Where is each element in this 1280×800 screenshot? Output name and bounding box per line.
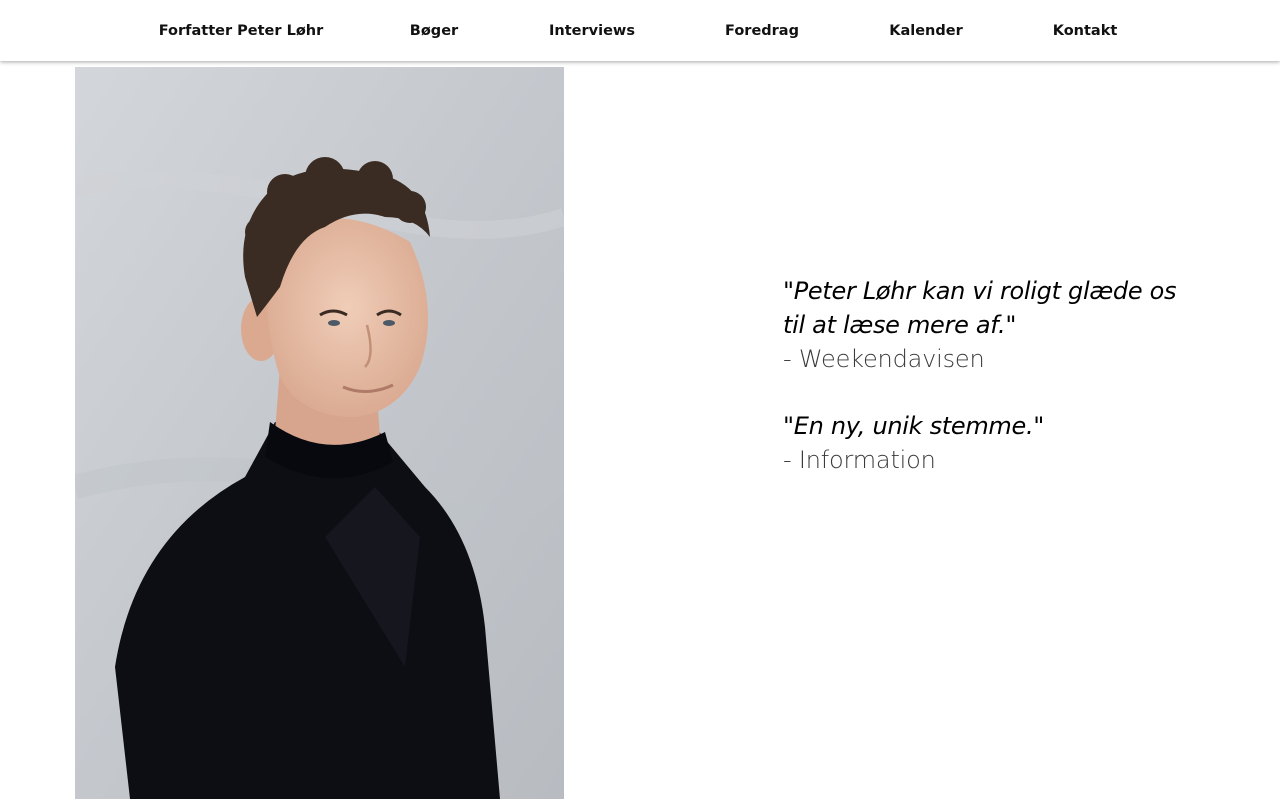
review-source: - Information — [783, 446, 936, 474]
author-portrait-illustration — [75, 67, 564, 799]
nav-link-kalender[interactable]: Kalender — [876, 0, 976, 61]
nav-link-kontakt[interactable]: Kontakt — [1035, 0, 1135, 61]
nav-link-boger[interactable]: Bøger — [384, 0, 484, 61]
review-source: - Weekendavisen — [783, 345, 985, 373]
nav-link-foredrag[interactable]: Foredrag — [712, 0, 812, 61]
top-navigation: Forfatter Peter Løhr Bøger Interviews Fo… — [0, 0, 1280, 61]
review-quote: "En ny, unik stemme." — [783, 412, 1045, 440]
nav-link-forfatter[interactable]: Forfatter Peter Løhr — [141, 0, 341, 61]
review-quote: "Peter Løhr kan vi roligt glæde os til a… — [783, 277, 1177, 339]
author-portrait — [75, 67, 564, 799]
review-quotes: "Peter Løhr kan vi roligt glæde os til a… — [783, 274, 1183, 477]
nav-link-interviews[interactable]: Interviews — [532, 0, 652, 61]
